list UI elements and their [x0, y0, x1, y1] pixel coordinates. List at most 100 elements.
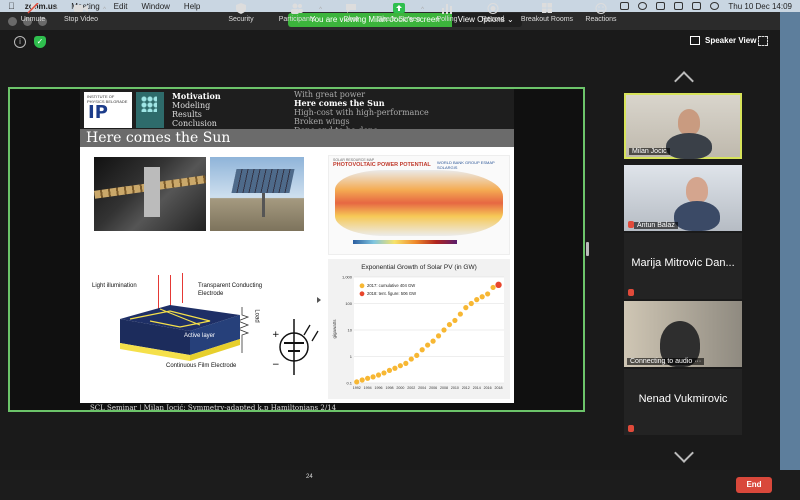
encryption-shield-icon[interactable]: ✓ [34, 36, 46, 48]
participant-tile-connecting[interactable]: Connecting to audio ··· [624, 301, 742, 367]
chart-point [457, 311, 463, 317]
participant-face [678, 109, 700, 135]
battery-icon[interactable] [692, 2, 702, 10]
chart-x-tick-label: 2004 [418, 386, 426, 390]
meeting-toolbar [0, 470, 800, 500]
info-icon[interactable]: i [14, 36, 26, 48]
participant-name: Milan Jocic [629, 148, 670, 155]
growth-chart-svg: Exponential Growth of Solar PV (in GW) g… [332, 264, 504, 390]
logo-text: IP [88, 102, 108, 123]
chart-point [452, 317, 458, 324]
chart-y-tick-label: 0.1 [346, 381, 352, 386]
chart-point [495, 281, 502, 289]
participant-body [666, 133, 712, 159]
menubar-clock[interactable]: Thu 10 Dec 14:09 [728, 2, 792, 11]
chart-point [381, 370, 387, 376]
muted-icon [628, 425, 634, 432]
solar-growth-chart: Exponential Growth of Solar PV (in GW) g… [328, 259, 510, 399]
chart-x-tick-label: 1996 [375, 386, 383, 390]
chart-y-axis-label: gigawatts [332, 319, 337, 339]
reactions-button[interactable]: Reactions [568, 3, 634, 24]
pv-color-scale [353, 240, 457, 244]
solar-panel-array-photo [210, 157, 304, 231]
muted-icon [628, 289, 634, 296]
chart-x-tick-label: 2018 [495, 386, 503, 390]
chart-legend-marker [359, 283, 365, 289]
search-icon[interactable] [710, 2, 720, 10]
menu-window[interactable]: Window [141, 2, 169, 11]
pv-map-title: PHOTOVOLTAIC POWER POTENTIAL [333, 162, 431, 168]
participant-name: Nenad Vukmirovic [638, 393, 728, 405]
slide-section-nav: Motivation Modeling Results Conclusion [172, 91, 221, 129]
chart-point [490, 284, 496, 291]
chart-point [446, 321, 453, 328]
bluetooth-icon[interactable] [656, 2, 666, 10]
record-icon [486, 3, 500, 14]
chart-point [365, 375, 371, 381]
svg-text:+: + [272, 330, 280, 340]
chart-point [468, 300, 474, 307]
label-continuous-film-electrode: Continuous Film Electrode [166, 363, 237, 369]
status-area: Thu 10 Dec 14:09 [620, 2, 792, 11]
chart-x-tick-label: 1992 [353, 386, 361, 390]
chart-point [463, 305, 469, 311]
chart-x-tick-label: 1994 [364, 386, 372, 390]
panel-resize-handle[interactable] [586, 242, 589, 256]
wifi-icon[interactable] [674, 2, 684, 10]
caret-up-icon[interactable]: ^ [103, 7, 106, 13]
share-screen-icon [392, 3, 406, 14]
chart-point [479, 294, 485, 300]
participant-body [674, 201, 720, 231]
speaker-view-label: Speaker View [705, 36, 757, 45]
chart-y-tick-label: 10 [348, 328, 353, 333]
meeting-info-icons: i ✓ [14, 36, 46, 48]
video-camera-icon [74, 3, 88, 14]
participant-name: Marija Mitrovic Dan... [631, 257, 735, 269]
nav-section-motivation: Motivation [172, 91, 221, 101]
label-active-layer: Active layer [184, 333, 216, 339]
chart-y-tick-label: 1 [350, 354, 353, 359]
chart-point [425, 342, 431, 348]
menu-edit[interactable]: Edit [114, 2, 128, 11]
chart-x-tick-label: 2010 [451, 386, 459, 390]
chart-point [354, 379, 360, 385]
fullscreen-icon[interactable] [758, 36, 768, 46]
participant-tile-nenad[interactable]: Nenad Vukmirovic [624, 369, 742, 435]
menu-help[interactable]: Help [184, 2, 200, 11]
sync-icon[interactable] [638, 2, 648, 10]
chart-x-tick-label: 2006 [429, 386, 437, 390]
chart-x-tick-label: 2000 [396, 386, 404, 390]
nav-section-conclusion: Conclusion [172, 119, 217, 128]
chat-bubble-icon [344, 3, 358, 14]
nav-sub-3: High-cost with high-performance [294, 108, 429, 117]
chart-point [430, 338, 436, 344]
pv-potential-map: SOLAR RESOURCE MAP PHOTOVOLTAIC POWER PO… [328, 155, 510, 255]
participant-tile-antun[interactable]: Antun Balaz [624, 165, 742, 231]
chart-x-tick-label: 2016 [484, 386, 492, 390]
participant-tile-marija[interactable]: Marija Mitrovic Dan... [624, 233, 742, 299]
chart-point [408, 356, 414, 362]
label-load: Load [253, 309, 260, 323]
chart-point [359, 377, 365, 383]
participant-tile-milan[interactable]: Milan Jocic [624, 93, 742, 159]
chart-point [403, 360, 409, 366]
nav-sub-2: Here comes the Sun [294, 98, 385, 108]
nav-sub-4: Broken wings [294, 117, 350, 126]
slide-title: Here comes the Sun [86, 130, 231, 146]
participant-name: Antun Balaz [634, 222, 678, 229]
label-light-illumination: Light illumination [92, 283, 137, 289]
play-icon [317, 297, 321, 303]
chart-x-tick-label: 2002 [407, 386, 415, 390]
speaker-view-button[interactable]: Speaker View [690, 36, 756, 45]
chart-y-tick-label: 1,000 [342, 275, 353, 280]
nav-section-results: Results [172, 110, 202, 119]
chart-x-tick-label: 2012 [462, 386, 470, 390]
chart-title: Exponential Growth of Solar PV (in GW) [361, 264, 477, 271]
grid-icon [690, 36, 700, 45]
stop-video-button[interactable]: Stop Video ^ [48, 3, 114, 24]
chart-y-ticks: 1,000 100 10 1 0.1 [342, 275, 353, 386]
chart-legend-label: 2017: cumulative 404 GW [367, 283, 415, 288]
world-map [335, 170, 503, 236]
chart-point [441, 327, 447, 333]
end-meeting-button[interactable]: End [736, 477, 772, 493]
